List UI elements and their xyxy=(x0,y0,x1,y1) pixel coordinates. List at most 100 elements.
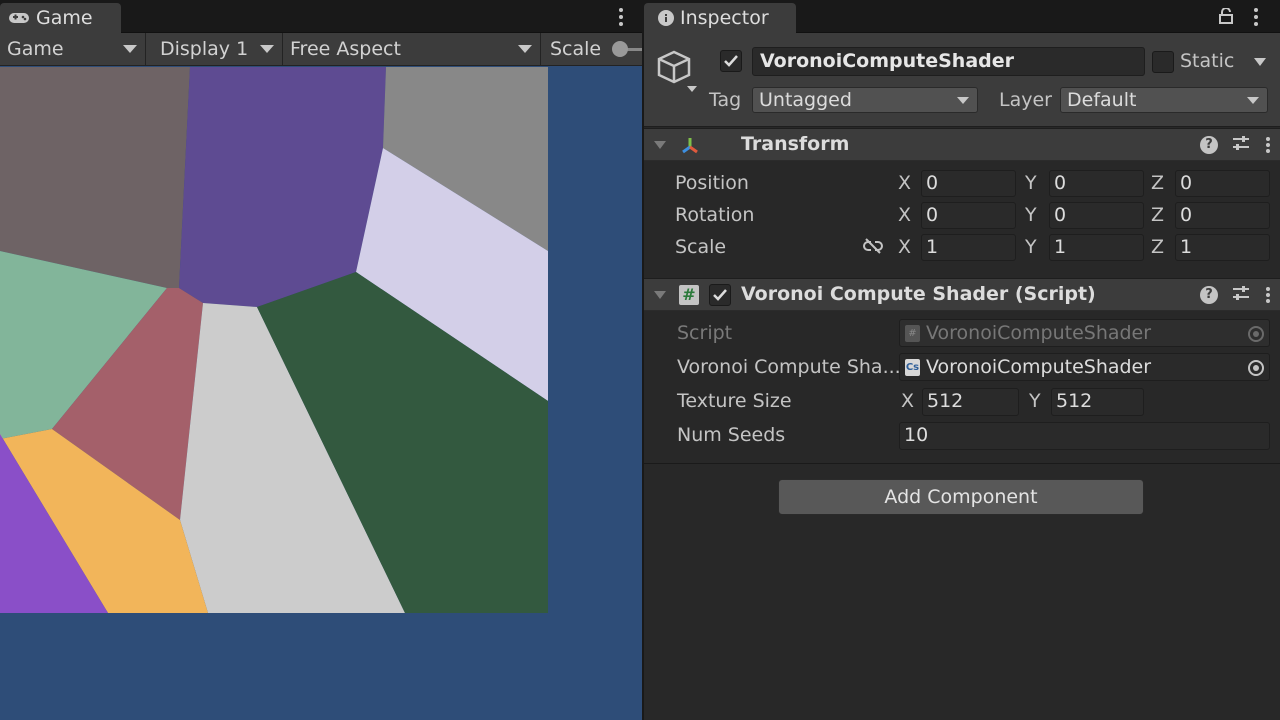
gamepad-icon xyxy=(8,11,30,25)
tab-game-label: Game xyxy=(36,7,93,29)
texture-size-y-field[interactable]: 512 xyxy=(1051,388,1144,416)
object-picker-icon xyxy=(1248,326,1264,342)
num-seeds-field[interactable]: 10 xyxy=(899,422,1270,450)
game-toolbar: Game Display 1 Free Aspect Scale xyxy=(0,33,642,66)
rotation-label: Rotation xyxy=(675,204,755,226)
game-mode-dropdown[interactable]: Game xyxy=(0,33,146,65)
tab-game[interactable]: Game xyxy=(0,3,121,33)
script-label: Script xyxy=(677,322,733,344)
transform-header[interactable]: Transform ? xyxy=(644,128,1280,161)
transform-icon xyxy=(680,136,700,160)
tab-inspector[interactable]: Inspector xyxy=(644,3,796,33)
layer-value: Default xyxy=(1067,89,1137,111)
component-menu-icon[interactable] xyxy=(1264,136,1272,154)
display-label: Display 1 xyxy=(160,38,249,60)
scale-label: Scale xyxy=(675,236,727,258)
game-tabbar: Game xyxy=(0,0,642,33)
layer-label: Layer xyxy=(999,89,1052,111)
script-enabled-checkbox[interactable] xyxy=(709,284,731,306)
game-mode-label: Game xyxy=(7,38,64,60)
axis-y-label: Y xyxy=(1025,204,1037,226)
scale-y-field[interactable]: 1 xyxy=(1049,234,1144,261)
scale-z-field[interactable]: 1 xyxy=(1175,234,1270,261)
num-seeds-label: Num Seeds xyxy=(677,424,786,446)
position-y-field[interactable]: 0 xyxy=(1049,170,1144,197)
static-checkbox[interactable] xyxy=(1152,51,1174,73)
axis-x-label: X xyxy=(901,390,915,412)
info-icon xyxy=(658,10,674,26)
compute-shader-file-icon: Cs xyxy=(905,359,920,376)
aspect-dropdown[interactable]: Free Aspect xyxy=(283,33,541,65)
lock-icon[interactable] xyxy=(1219,7,1233,28)
texture-size-label: Texture Size xyxy=(677,390,792,412)
voronoi-cell xyxy=(179,67,386,307)
foldout-arrow-icon[interactable] xyxy=(654,141,666,149)
inspector-tab-menu-icon[interactable] xyxy=(1248,6,1264,28)
gameobject-cube-icon[interactable] xyxy=(656,49,700,97)
aspect-label: Free Aspect xyxy=(290,38,401,60)
preset-icon[interactable] xyxy=(1232,285,1250,305)
display-dropdown[interactable]: Display 1 xyxy=(146,33,283,65)
inspector-panel: Inspector VoronoiComputeShader Static Ta… xyxy=(644,0,1280,720)
axis-x-label: X xyxy=(898,236,912,258)
axis-z-label: Z xyxy=(1151,236,1165,258)
axis-z-label: Z xyxy=(1151,172,1165,194)
component-divider xyxy=(644,463,1280,464)
script-value: VoronoiComputeShader xyxy=(926,322,1152,344)
compute-shader-label: Voronoi Compute Sha... xyxy=(677,356,901,378)
static-dropdown-arrow-icon[interactable] xyxy=(1254,58,1266,66)
rotation-x-field[interactable]: 0 xyxy=(921,202,1016,229)
script-component-buttons: ? xyxy=(1200,285,1272,305)
foldout-arrow-icon[interactable] xyxy=(654,291,666,299)
texture-size-x-field[interactable]: 512 xyxy=(922,388,1019,416)
scale-x-field[interactable]: 1 xyxy=(921,234,1016,261)
chevron-down-icon xyxy=(518,45,532,53)
inspector-tabbar: Inspector xyxy=(644,0,1280,33)
script-hash-icon: # xyxy=(679,285,699,305)
script-object-field: # VoronoiComputeShader xyxy=(899,319,1270,347)
help-icon[interactable]: ? xyxy=(1200,286,1218,304)
axis-z-label: Z xyxy=(1151,204,1165,226)
position-x-field[interactable]: 0 xyxy=(921,170,1016,197)
axis-y-label: Y xyxy=(1029,390,1041,412)
tag-dropdown[interactable]: Untagged xyxy=(752,87,978,113)
axis-y-label: Y xyxy=(1025,236,1037,258)
tab-inspector-label: Inspector xyxy=(680,7,769,29)
compute-shader-value: VoronoiComputeShader xyxy=(926,356,1152,378)
rotation-y-field[interactable]: 0 xyxy=(1049,202,1144,229)
game-viewport[interactable] xyxy=(0,67,548,613)
script-component-title: Voronoi Compute Shader (Script) xyxy=(741,283,1096,305)
chevron-down-icon xyxy=(123,45,137,53)
object-picker-icon[interactable] xyxy=(1248,360,1264,376)
layer-dropdown[interactable]: Default xyxy=(1060,87,1268,113)
scale-label: Scale xyxy=(550,38,602,60)
chevron-down-icon xyxy=(260,45,274,53)
axis-x-label: X xyxy=(898,204,912,226)
component-menu-icon[interactable] xyxy=(1264,286,1272,304)
script-file-icon: # xyxy=(905,325,920,342)
add-component-button[interactable]: Add Component xyxy=(778,479,1144,515)
help-icon[interactable]: ? xyxy=(1200,136,1218,154)
compute-shader-object-field[interactable]: Cs VoronoiComputeShader xyxy=(899,353,1270,381)
rotation-z-field[interactable]: 0 xyxy=(1175,202,1270,229)
active-checkbox[interactable] xyxy=(720,50,742,72)
transform-buttons: ? xyxy=(1200,135,1272,155)
game-tab-menu-icon[interactable] xyxy=(613,6,629,28)
chevron-down-icon xyxy=(1247,97,1259,104)
preset-icon[interactable] xyxy=(1232,135,1250,155)
position-z-field[interactable]: 0 xyxy=(1175,170,1270,197)
axis-x-label: X xyxy=(898,172,912,194)
script-component-header[interactable]: # Voronoi Compute Shader (Script) ? xyxy=(644,278,1280,311)
axis-y-label: Y xyxy=(1025,172,1037,194)
game-panel: Game Game Display 1 Free Aspect Scale xyxy=(0,0,642,720)
voronoi-cell xyxy=(0,67,190,288)
position-label: Position xyxy=(675,172,749,194)
tag-label: Tag xyxy=(709,89,742,111)
gameobject-name-input[interactable]: VoronoiComputeShader xyxy=(752,47,1145,76)
chevron-down-icon xyxy=(957,97,969,104)
scale-slider-thumb[interactable] xyxy=(612,41,628,57)
static-label: Static xyxy=(1180,50,1235,72)
tag-value: Untagged xyxy=(759,89,852,111)
unlinked-scale-icon[interactable] xyxy=(863,238,883,258)
gameobject-header: VoronoiComputeShader Static Tag Untagged… xyxy=(644,33,1280,127)
